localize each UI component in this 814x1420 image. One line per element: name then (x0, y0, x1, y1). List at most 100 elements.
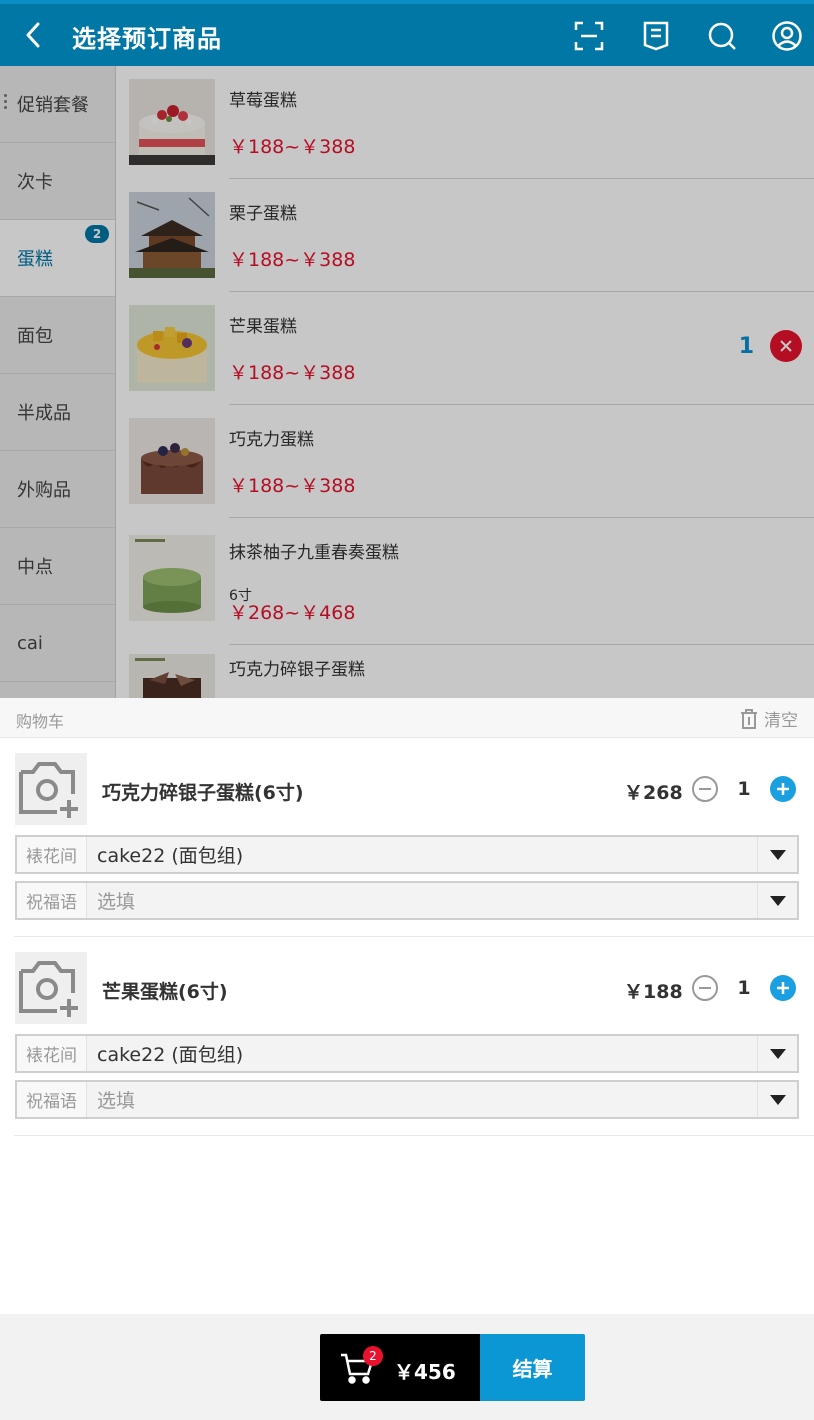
add-photo-button[interactable] (15, 753, 87, 825)
cart-item-price: ￥268 (624, 782, 683, 804)
decrease-button[interactable] (692, 776, 718, 802)
page-title: 选择预订商品 (72, 25, 222, 53)
app-header: 选择预订商品 (0, 0, 814, 66)
product-name: 栗子蛋糕 (229, 204, 297, 224)
order-list-button[interactable] (636, 16, 676, 56)
dropdown-button[interactable] (757, 837, 797, 872)
category-sidebar: 促销套餐 次卡 蛋糕 2 面包 半成品 外购品 中点 cai (0, 66, 115, 698)
clear-cart-button[interactable]: 清空 (740, 706, 798, 731)
greeting-select[interactable]: 祝福语 选填 (15, 1080, 799, 1119)
greeting-select[interactable]: 祝福语 选填 (15, 881, 799, 920)
product-item[interactable]: 巧克力碎银子蛋糕 1 (116, 645, 814, 698)
minus-icon (699, 987, 711, 989)
product-item[interactable]: 芒果蛋糕 ￥188~￥388 1 (116, 292, 814, 405)
product-name: 巧克力碎银子蛋糕 (229, 660, 365, 680)
sidebar-item-external[interactable]: 外购品 (0, 451, 115, 528)
sidebar-item-dimsum[interactable]: 中点 (0, 528, 115, 605)
increase-button[interactable] (770, 776, 796, 802)
product-item[interactable]: 栗子蛋糕 ￥188~￥388 (116, 179, 814, 292)
field-value: cake22 (面包组) (97, 1044, 244, 1066)
cart-item-name: 巧克力碎银子蛋糕(6寸) (102, 782, 304, 804)
scan-button[interactable] (569, 16, 609, 56)
cart-summary-button[interactable]: 2 ￥456 (320, 1334, 480, 1401)
cart-count-badge: 2 (363, 1346, 383, 1366)
field-value: cake22 (面包组) (97, 845, 244, 867)
product-list: 草莓蛋糕 ￥188~￥388 栗子蛋糕 ￥188~￥388 芒果蛋糕 ￥188~… (115, 66, 814, 698)
product-name: 芒果蛋糕 (229, 317, 297, 337)
minus-icon (699, 788, 711, 790)
sidebar-item-card[interactable]: 次卡 (0, 143, 115, 220)
cart-title: 购物车 (16, 712, 65, 731)
decrease-button[interactable] (692, 975, 718, 1001)
product-name: 巧克力蛋糕 (229, 430, 314, 450)
field-label: 祝福语 (17, 883, 87, 918)
caret-down-icon (769, 849, 786, 860)
product-price: ￥188~￥388 (229, 362, 356, 384)
add-photo-button[interactable] (15, 952, 87, 1024)
product-image (129, 418, 215, 504)
cart-item-price: ￥188 (624, 981, 683, 1003)
field-placeholder: 选填 (97, 1090, 136, 1112)
sidebar-item-promo[interactable]: 促销套餐 (0, 66, 115, 143)
sidebar-item-label: 促销套餐 (17, 95, 89, 116)
decoration-room-select[interactable]: 裱花间 cake22 (面包组) (15, 835, 799, 874)
back-button[interactable] (18, 18, 48, 52)
product-image (129, 192, 215, 278)
order-list-icon (643, 21, 669, 51)
increase-button[interactable] (770, 975, 796, 1001)
product-price: ￥188~￥388 (229, 136, 356, 158)
divider (14, 1135, 814, 1136)
sidebar-item-cai[interactable]: cai (0, 605, 115, 682)
user-icon (772, 21, 802, 51)
field-label: 祝福语 (17, 1082, 87, 1117)
camera-add-icon (19, 762, 78, 818)
cart-item-qty: 1 (737, 778, 751, 800)
chevron-left-icon (26, 22, 40, 48)
product-item[interactable]: 巧克力蛋糕 ￥188~￥388 (116, 405, 814, 518)
remove-button[interactable] (770, 330, 802, 362)
sidebar-item-bread[interactable]: 面包 (0, 297, 115, 374)
dropdown-button[interactable] (757, 1036, 797, 1071)
plus-icon (777, 982, 789, 994)
camera-add-icon (19, 961, 78, 1017)
plus-icon (777, 783, 789, 795)
cart-total: ￥456 (394, 1360, 456, 1384)
field-label: 裱花间 (17, 837, 87, 872)
product-item[interactable]: 抹茶柚子九重春奏蛋糕 6寸 ￥268~￥468 (116, 518, 814, 645)
checkout-button[interactable]: 结算 (480, 1334, 585, 1401)
checkout-bar: 2 ￥456 结算 (320, 1334, 585, 1401)
caret-down-icon (769, 1048, 786, 1059)
drag-handle-icon (4, 94, 8, 114)
sidebar-item-semi[interactable]: 半成品 (0, 374, 115, 451)
search-button[interactable] (702, 16, 742, 56)
sidebar-item-label: 中点 (17, 557, 53, 578)
product-item[interactable]: 草莓蛋糕 ￥188~￥388 (116, 66, 814, 179)
product-price: ￥268~￥468 (229, 602, 356, 624)
cart-header: 购物车 清空 (0, 698, 814, 738)
sidebar-item-label: 次卡 (17, 172, 53, 193)
dropdown-button[interactable] (757, 1082, 797, 1117)
sidebar-item-label: 蛋糕 (17, 249, 53, 270)
user-button[interactable] (767, 16, 807, 56)
product-image (129, 79, 215, 165)
sidebar-item-cake[interactable]: 蛋糕 2 (0, 220, 115, 297)
caret-down-icon (769, 1094, 786, 1105)
field-label: 裱花间 (17, 1036, 87, 1071)
field-placeholder: 选填 (97, 891, 136, 913)
sidebar-item-label: 面包 (17, 326, 53, 347)
product-qty: 1 (738, 334, 754, 359)
product-name: 草莓蛋糕 (229, 91, 297, 111)
cart-item: 芒果蛋糕(6寸) ￥188 1 裱花间 cake22 (面包组) 祝福语 选填 (0, 937, 814, 1136)
dropdown-button[interactable] (757, 883, 797, 918)
trash-icon (741, 708, 757, 729)
cart-item: 巧克力碎银子蛋糕(6寸) ￥268 1 裱花间 cake22 (面包组) 祝福语… (0, 738, 814, 937)
search-icon (708, 22, 736, 50)
product-image (129, 654, 215, 698)
product-image (129, 535, 215, 621)
close-icon (780, 340, 792, 352)
product-price: ￥188~￥388 (229, 249, 356, 271)
checkout-footer: 2 ￥456 结算 (0, 1314, 814, 1420)
product-price: ￥188~￥388 (229, 475, 356, 497)
sidebar-item-label: 外购品 (17, 480, 71, 501)
decoration-room-select[interactable]: 裱花间 cake22 (面包组) (15, 1034, 799, 1073)
